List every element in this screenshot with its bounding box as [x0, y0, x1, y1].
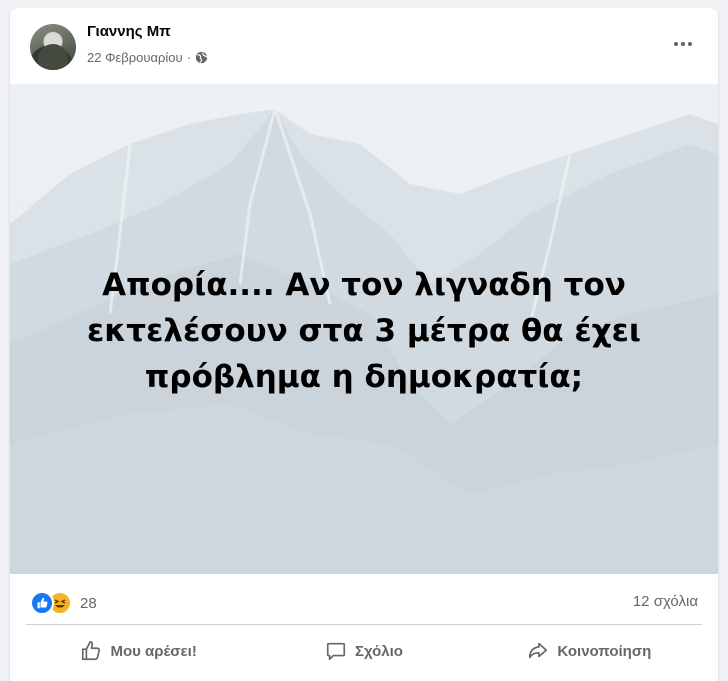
more-options-button[interactable]: [668, 34, 698, 54]
post-meta: 22 Φεβρουαρίου ·: [87, 50, 208, 65]
post-card: Γιαννης Μπ 22 Φεβρουαρίου · Απορία.... Α…: [10, 8, 718, 681]
post-stats: 28 12 σχόλια: [10, 580, 718, 624]
like-reaction-icon: [30, 591, 54, 615]
share-button[interactable]: Κοινοποίηση: [477, 629, 702, 673]
divider: [26, 624, 702, 625]
post-text: Απορία.... Αν τον λιγναδη τον εκτελέσουν…: [50, 262, 678, 400]
more-horizontal-icon: [674, 42, 678, 46]
post-image[interactable]: Απορία.... Αν τον λιγναδη τον εκτελέσουν…: [10, 84, 718, 574]
thumbs-up-icon: [82, 641, 101, 661]
like-button[interactable]: Μου αρέσει!: [26, 629, 251, 673]
share-icon: [529, 642, 548, 659]
post-header: Γιαννης Μπ 22 Φεβρουαρίου ·: [10, 8, 718, 84]
like-button-label: Μου αρέσει!: [110, 642, 197, 660]
author-name[interactable]: Γιαννης Μπ: [87, 23, 171, 40]
post-text-line: πρόβλημα η δημοκρατία;: [144, 359, 584, 395]
author-avatar[interactable]: [30, 24, 76, 70]
post-text-line: εκτελέσουν στα 3 μέτρα θα έχει: [87, 313, 641, 349]
comment-button[interactable]: Σχόλιο: [251, 629, 476, 673]
comments-count[interactable]: 12 σχόλια: [633, 593, 698, 610]
comment-button-label: Σχόλιο: [355, 642, 403, 660]
globe-icon[interactable]: [195, 51, 208, 64]
post-text-line: Απορία.... Αν τον λιγναδη τον: [102, 267, 626, 303]
comment-icon: [326, 642, 346, 661]
date-separator: ·: [186, 50, 191, 65]
more-dot: [688, 42, 692, 46]
post-date[interactable]: 22 Φεβρουαρίου: [87, 50, 183, 65]
share-button-label: Κοινοποίηση: [557, 642, 652, 660]
post-actions: Μου αρέσει! Σχόλιο Κοινοποίηση: [26, 629, 702, 673]
reactions-count[interactable]: 28: [80, 595, 97, 612]
reactions-summary[interactable]: 28: [30, 591, 97, 615]
more-dot: [681, 42, 685, 46]
